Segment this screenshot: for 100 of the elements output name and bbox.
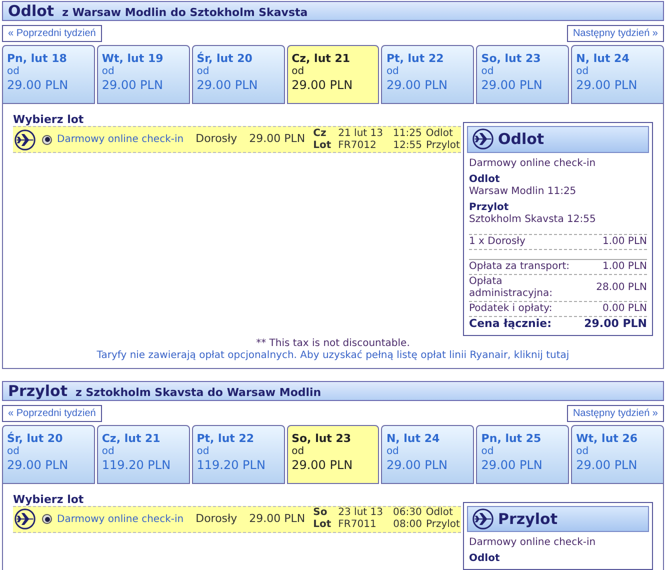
day-tab[interactable]: N, lut 24 od 29.00 PLN [571, 45, 664, 104]
day-tab[interactable]: Wt, lut 19 od 29.00 PLN [96, 45, 190, 104]
choose-flight-label: Wybierz lot [13, 114, 85, 126]
leg-label: Odlot [469, 174, 501, 186]
price-value: 0.00 PLN [602, 302, 647, 314]
passenger-type: Dorosły [196, 510, 238, 527]
day-label: Cz, lut 21 [292, 52, 352, 65]
from-label: od [102, 65, 116, 78]
price-value: 29.00 PLN [584, 318, 647, 330]
day-tab[interactable]: Wt, lut 26 od 29.00 PLN [571, 424, 664, 484]
day-label: Cz, lut 21 [102, 432, 162, 444]
airplane-icon [472, 128, 494, 150]
day-label: Śr, lut 20 [196, 52, 254, 65]
from-label: od [576, 65, 590, 78]
day-abbr: Cz [313, 128, 328, 140]
from-label: od [7, 444, 20, 458]
flight-number: FR7012 [338, 140, 378, 152]
day-label: Pn, lut 25 [481, 432, 542, 444]
price-label: Cena łącznie: [469, 318, 552, 330]
day-label: Wt, lut 19 [102, 52, 164, 65]
fees-link[interactable]: Taryfy nie zawierają opłat opcjonalnych. Aby uzyskać pełną listę opłat linii Ryanair, kliknij tutaj [96, 350, 570, 360]
day-tab[interactable]: So, lut 23 od 29.00 PLN [286, 424, 380, 484]
leg-label: Odlot [469, 553, 501, 565]
section-title: Przylot [8, 382, 68, 400]
flight-number: FR7011 [338, 519, 378, 531]
day-tab[interactable]: N, lut 24 od 29.00 PLN [381, 424, 474, 484]
flight-row[interactable]: Darmowy online check-in Dorosły 29.00 PLN So 23 lut 13 06:30 Odlot Lot FR7011 08:00 Przylot [13, 506, 461, 532]
next-week-button[interactable]: Następny tydzień » [566, 404, 664, 422]
flight-label: Lot [313, 519, 332, 531]
summary-title: Przylot [498, 508, 558, 530]
fare-name: Darmowy online check-in [469, 158, 597, 170]
day-label: Pt, lut 22 [196, 432, 256, 444]
day-price: 119.20 PLN [102, 458, 172, 472]
day-label: N, lut 24 [576, 52, 630, 65]
arrival-label: Przylot [426, 519, 460, 531]
passenger-type: Dorosły [196, 131, 238, 148]
fare-link[interactable]: Darmowy online check-in [57, 512, 184, 526]
day-label: Wt, lut 26 [576, 432, 639, 444]
from-label: od [7, 65, 20, 78]
day-label: N, lut 24 [386, 432, 441, 444]
route-text: z Sztokholm Skavsta do Warsaw Modlin [76, 384, 322, 400]
previous-week-button[interactable]: « Poprzedni tydzień [2, 404, 102, 422]
day-price: 29.00 PLN [576, 458, 638, 472]
day-tab[interactable]: Pt, lut 22 od 29.00 PLN [381, 45, 474, 104]
from-label: od [196, 65, 210, 78]
day-tab[interactable]: Śr, lut 20 od 29.00 PLN [192, 45, 285, 104]
day-tab[interactable]: So, lut 23 od 29.00 PLN [476, 45, 570, 104]
day-tab[interactable]: Pn, lut 25 od 29.00 PLN [476, 424, 570, 484]
arrival-time: 08:00 [393, 519, 422, 531]
flight-date: 21 lut 13 [338, 128, 383, 140]
arrival-time: 12:55 [393, 140, 422, 152]
from-label: od [292, 65, 306, 78]
departure-label: Odlot [426, 128, 453, 140]
airplane-icon [14, 508, 36, 530]
day-label: So, lut 23 [292, 432, 352, 444]
flight-date: 23 lut 13 [338, 507, 383, 519]
day-label: Pt, lut 22 [386, 52, 445, 65]
departure-label: Odlot [426, 507, 453, 519]
day-price: 29.00 PLN [292, 79, 354, 92]
airplane-icon [14, 128, 36, 150]
day-price: 119.20 PLN [196, 458, 266, 472]
from-label: od [102, 444, 116, 458]
section-title: Odlot [8, 2, 54, 20]
choose-flight-label: Wybierz lot [13, 494, 85, 506]
day-tab[interactable]: Śr, lut 20 od 29.00 PLN [2, 424, 95, 484]
arrival-label: Przylot [426, 140, 460, 152]
from-label: od [196, 444, 210, 458]
day-tab[interactable]: Pt, lut 22 od 119.20 PLN [192, 424, 285, 484]
route-text: z Warsaw Modlin do Sztokholm Skavsta [62, 5, 308, 21]
day-price: 29.00 PLN [7, 458, 70, 472]
day-price: 29.00 PLN [481, 458, 544, 472]
fare-link[interactable]: Darmowy online check-in [57, 132, 184, 147]
day-price: 29.00 PLN [386, 458, 449, 472]
day-tab[interactable]: Cz, lut 21 od 29.00 PLN [286, 45, 380, 104]
price-label: 1 x Dorosły [469, 236, 526, 248]
from-label: od [576, 444, 590, 458]
day-price: 29.00 PLN [102, 79, 164, 92]
day-tab[interactable]: Cz, lut 21 od 119.20 PLN [96, 424, 190, 484]
from-label: od [292, 444, 306, 458]
price-value: 1.00 PLN [602, 236, 647, 248]
day-price: 29.00 PLN [576, 79, 638, 92]
price-value: 1.00 PLN [602, 260, 647, 272]
day-label: Pn, lut 18 [7, 52, 68, 65]
day-label: Śr, lut 20 [7, 432, 64, 444]
from-label: od [481, 444, 495, 458]
day-price: 29.00 PLN [7, 79, 70, 92]
day-tab[interactable]: Pn, lut 18 od 29.00 PLN [2, 45, 95, 104]
fare-name: Darmowy online check-in [469, 537, 597, 549]
day-label: So, lut 23 [481, 52, 542, 65]
next-week-button[interactable]: Następny tydzień » [566, 25, 664, 42]
fare-radio[interactable] [42, 134, 52, 144]
previous-week-button[interactable]: « Poprzedni tydzień [2, 25, 102, 42]
leg-value: Warsaw Modlin 11:25 [469, 186, 578, 198]
fare-radio[interactable] [42, 514, 52, 524]
day-price: 29.00 PLN [481, 79, 544, 92]
flight-price: 29.00 PLN [249, 510, 306, 527]
day-abbr: So [313, 507, 328, 519]
from-label: od [386, 65, 400, 78]
flight-row[interactable]: Darmowy online check-in Dorosły 29.00 PLN Cz 21 lut 13 11:25 Odlot Lot FR7012 12:55 Przylot [13, 126, 461, 153]
price-label: Opłata administracyjna: [469, 276, 554, 300]
